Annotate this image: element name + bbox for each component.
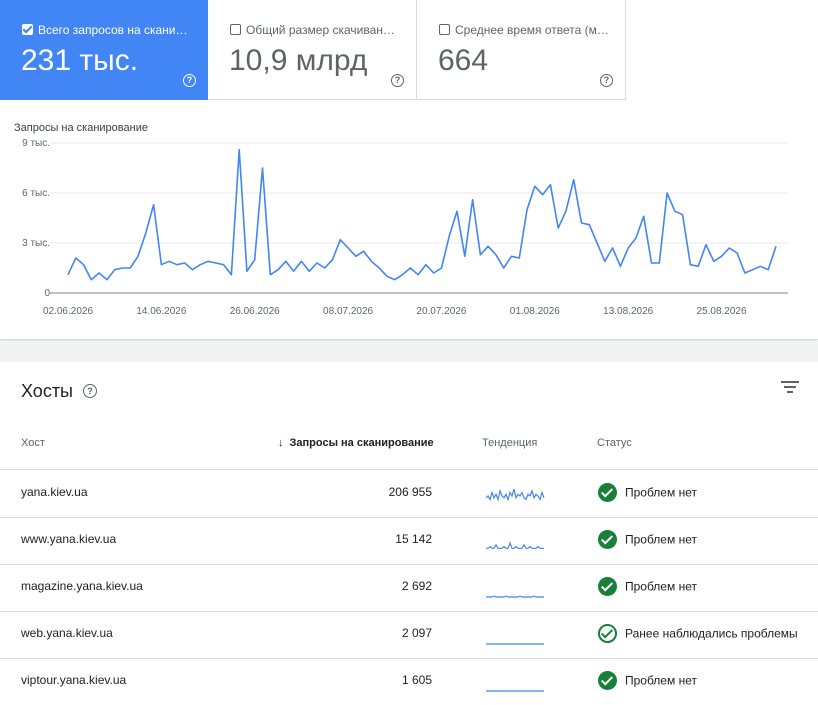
series-line[interactable] [67,148,777,281]
request-count: 15 142 [395,532,432,546]
host-name: magazine.yana.kiev.ua [21,579,143,593]
table-row[interactable]: magazine.yana.kiev.ua 2 692 Проблем нет [0,565,818,612]
y-tick-label: 6 тыс. [22,188,50,199]
sparkline-line [485,488,545,502]
trend-sparkline [486,643,544,645]
host-name: web.yana.kiev.ua [21,626,113,640]
column-header-status: Статус [597,437,632,449]
help-icon[interactable]: ? [83,384,97,398]
trend-sparkline [486,690,544,692]
metric-card-response-time[interactable]: Среднее время ответа (м… 664 ? [417,0,626,100]
table-row[interactable]: yana.kiev.ua 206 955 Проблем нет [0,471,818,518]
check-circle-outline-icon [598,624,617,643]
x-tick-label: 08.07.2026 [323,306,373,317]
status-text: Проблем нет [625,673,697,688]
checkbox-checked-icon[interactable] [22,24,33,35]
crawl-requests-chart: Запросы на сканирование 03 тыс. 6 тыс. 9 т… [0,100,818,340]
hosts-section: Хосты ? Хост ↓ Запросы на сканирование Те… [0,362,818,705]
check-circle-icon [598,577,617,596]
y-tick-label: 0 [44,288,50,299]
sparkline-line [486,595,544,598]
status-text: Проблем нет [625,485,697,500]
host-name: yana.kiev.ua [21,485,88,499]
checkbox-icon[interactable] [439,24,450,35]
x-tick-label: 02.06.2026 [43,306,93,317]
trend-sparkline [486,541,544,549]
status-badge: Проблем нет [598,577,697,596]
request-count: 2 692 [401,579,432,593]
column-header-requests[interactable]: ↓ Запросы на сканирование [278,437,434,449]
status-badge: Проблем нет [598,530,697,549]
metric-cards: Всего запросов на скани… 231 тыс. ? Общи… [0,0,818,100]
metric-card-total-requests[interactable]: Всего запросов на скани… 231 тыс. ? [0,0,208,100]
y-tick-label: 3 тыс. [22,238,50,249]
x-tick-label: 13.08.2026 [603,306,653,317]
host-name: www.yana.kiev.ua [21,532,117,546]
trend-sparkline [485,488,545,502]
status-badge: Проблем нет [598,483,697,502]
metric-card-download-size[interactable]: Общий размер скачиван… 10,9 млрд ? [208,0,417,100]
request-count: 1 605 [401,673,432,687]
section-title: Хосты [21,381,73,401]
checkbox-icon[interactable] [230,24,241,35]
trend-sparkline [486,595,544,598]
host-name: viptour.yana.kiev.ua [21,673,127,687]
x-tick-label: 14.06.2026 [136,306,186,317]
check-circle-icon [598,671,617,690]
request-count: 2 097 [401,626,432,640]
status-text: Ранее наблюдались проблемы [625,626,798,641]
help-icon[interactable]: ? [183,74,196,87]
table-row[interactable]: www.yana.kiev.ua 15 142 Проблем нет [0,518,818,565]
x-tick-label: 01.08.2026 [510,306,560,317]
x-tick-label: 26.06.2026 [230,306,280,317]
metric-label: Общий размер скачиван… [246,23,395,37]
section-divider [0,341,818,362]
help-icon[interactable]: ? [600,74,613,87]
metric-label: Среднее время ответа (м… [455,23,609,37]
metric-value: 10,9 млрд [229,44,368,77]
metric-value: 664 [438,44,489,77]
metric-value: 231 тыс. [21,44,139,77]
check-circle-icon [598,483,617,502]
table-row[interactable]: viptour.yana.kiev.ua 1 605 Проблем нет [0,659,818,705]
check-circle-icon [598,530,617,549]
y-tick-label: 9 тыс. [22,138,50,149]
status-text: Проблем нет [625,532,697,547]
sparkline-line [486,541,544,549]
metric-label: Всего запросов на скани… [38,23,188,37]
column-header-host[interactable]: Хост [21,437,45,449]
table-header: Хост ↓ Запросы на сканирование Тенденция … [0,432,818,470]
status-badge: Проблем нет [598,671,697,690]
arrow-down-icon: ↓ [278,437,284,449]
x-tick-label: 20.07.2026 [416,306,466,317]
line-chart[interactable]: 0 3 тыс. 6 тыс. 9 тыс. 02.06.2026 14.06.2026 2… [0,100,818,340]
request-count: 206 955 [388,485,432,499]
x-tick-label: 25.08.2026 [697,306,747,317]
filter-icon[interactable] [781,380,799,394]
status-text: Проблем нет [625,579,697,594]
help-icon[interactable]: ? [391,74,404,87]
column-header-trend: Тенденция [482,437,538,449]
table-row[interactable]: web.yana.kiev.ua 2 097 Ранее наблюдались п… [0,612,818,659]
status-badge: Ранее наблюдались проблемы [598,624,798,643]
